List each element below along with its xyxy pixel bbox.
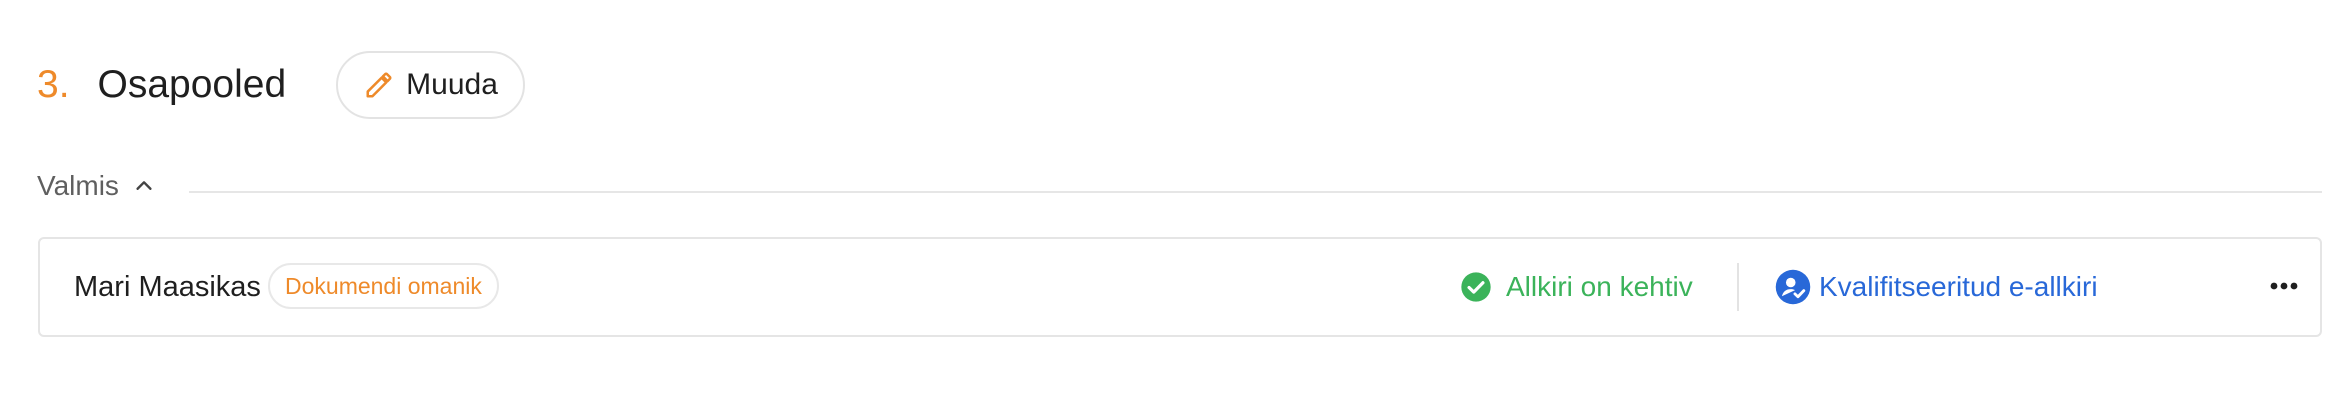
signature-type-label: Kvalifitseeritud e-allkiri <box>1819 271 2098 302</box>
section-title: Osapooled <box>97 63 287 106</box>
group-toggle-label[interactable]: Valmis <box>37 170 119 202</box>
check-circle-icon <box>1460 271 1492 303</box>
section-header: 3. Osapooled Muuda <box>37 50 525 120</box>
more-options-button[interactable] <box>2262 265 2306 309</box>
more-horizontal-icon <box>2269 278 2299 296</box>
chevron-up-icon[interactable] <box>133 175 155 197</box>
group-divider <box>188 191 2322 193</box>
signature-status-label: Allkiri on kehtiv <box>1506 271 1693 302</box>
edit-button[interactable]: Muuda <box>336 51 525 119</box>
section-number: 3. <box>37 63 70 106</box>
role-badge: Dokumendi omanik <box>268 263 499 309</box>
signature-type-link[interactable]: Kvalifitseeritud e-allkiri <box>1775 264 2098 310</box>
vertical-divider <box>1737 263 1739 311</box>
signature-status: Allkiri on kehtiv <box>1460 266 1693 308</box>
pencil-icon <box>364 70 394 100</box>
edit-button-label: Muuda <box>406 68 498 101</box>
group-header: Valmis <box>37 166 2322 206</box>
party-card: Mari Maasikas Dokumendi omanik Allkiri o… <box>38 237 2322 337</box>
person-check-icon <box>1775 269 1811 305</box>
party-name: Mari Maasikas <box>74 271 261 303</box>
